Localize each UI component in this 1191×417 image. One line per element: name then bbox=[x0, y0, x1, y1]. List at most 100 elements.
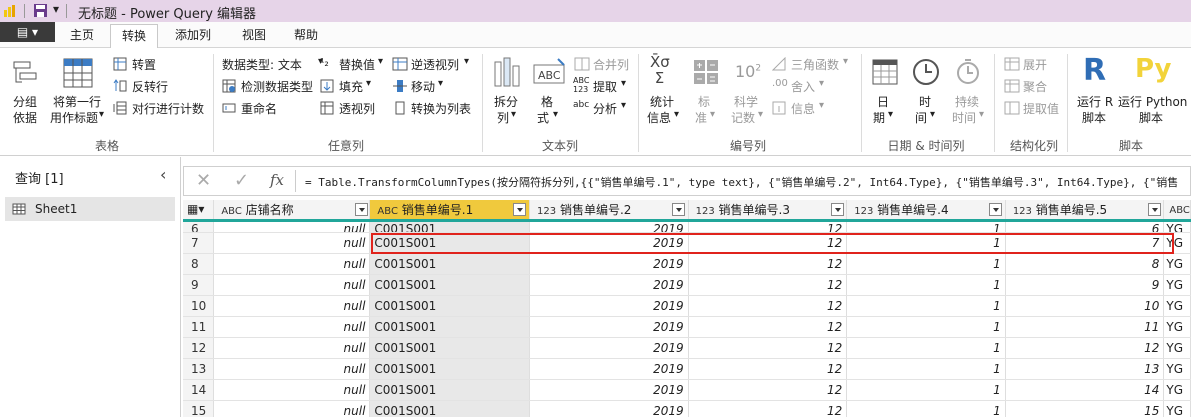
table-row[interactable]: 12 null C001S001 2019 12 1 12 YG bbox=[183, 337, 1191, 359]
cell-order-no-3[interactable]: 12 bbox=[688, 274, 848, 296]
cell-next-column[interactable]: YG bbox=[1163, 316, 1191, 338]
cell-order-no-1[interactable]: C001S001 bbox=[369, 295, 531, 317]
row-number[interactable]: 9 bbox=[183, 274, 215, 296]
cell-order-no-4[interactable]: 1 bbox=[846, 274, 1006, 296]
cell-order-no-4[interactable]: 1 bbox=[846, 337, 1006, 359]
cell-order-no-5[interactable]: 9 bbox=[1005, 274, 1165, 296]
cell-order-no-3[interactable]: 12 bbox=[688, 358, 848, 380]
cell-store-name[interactable]: null bbox=[213, 337, 371, 359]
row-number[interactable]: 6 bbox=[183, 220, 215, 233]
cell-order-no-5[interactable]: 10 bbox=[1005, 295, 1165, 317]
cell-order-no-3[interactable]: 12 bbox=[688, 253, 848, 275]
query-item[interactable]: Sheet1 bbox=[5, 197, 175, 221]
tab-help[interactable]: 帮助 bbox=[284, 24, 328, 48]
tab-view[interactable]: 视图 bbox=[232, 24, 276, 48]
column-header-selected[interactable]: ABC 销售单编号.1 bbox=[369, 200, 531, 222]
cell-order-no-4[interactable]: 1 bbox=[846, 253, 1006, 275]
table-menu-corner[interactable]: ▦▾ bbox=[183, 200, 215, 222]
table-row[interactable]: 14 null C001S001 2019 12 1 14 YG bbox=[183, 379, 1191, 401]
cell-order-no-5[interactable]: 14 bbox=[1005, 379, 1165, 401]
cell-next-column[interactable]: YG bbox=[1163, 358, 1191, 380]
cell-order-no-1[interactable]: C001S001 bbox=[369, 358, 531, 380]
column-header[interactable]: ABC 店铺名称 bbox=[213, 200, 371, 222]
cell-next-column[interactable]: YG bbox=[1163, 274, 1191, 296]
table-row[interactable]: 11 null C001S001 2019 12 1 11 YG bbox=[183, 316, 1191, 338]
table-row[interactable]: 15 null C001S001 2019 12 1 15 YG bbox=[183, 400, 1191, 417]
cell-order-no-1[interactable]: C001S001 bbox=[369, 220, 531, 233]
cell-order-no-1[interactable]: C001S001 bbox=[369, 274, 531, 296]
row-number[interactable]: 12 bbox=[183, 337, 215, 359]
cell-store-name[interactable]: null bbox=[213, 253, 371, 275]
cell-order-no-2[interactable]: 2019 bbox=[529, 253, 689, 275]
cell-store-name[interactable]: null bbox=[213, 232, 371, 254]
cell-next-column[interactable]: YG bbox=[1163, 253, 1191, 275]
cell-order-no-2[interactable]: 2019 bbox=[529, 316, 689, 338]
cell-order-no-3[interactable]: 12 bbox=[688, 337, 848, 359]
cell-store-name[interactable]: null bbox=[213, 400, 371, 417]
cell-order-no-3[interactable]: 12 bbox=[688, 220, 848, 233]
cell-order-no-4[interactable]: 1 bbox=[846, 358, 1006, 380]
formula-input[interactable]: = Table.TransformColumnTypes(按分隔符拆分列,{{"… bbox=[305, 174, 1190, 190]
column-header[interactable]: 123 销售单编号.5 bbox=[1005, 200, 1165, 222]
filter-dropdown-button[interactable] bbox=[989, 203, 1003, 216]
cell-order-no-5[interactable]: 13 bbox=[1005, 358, 1165, 380]
cell-order-no-1[interactable]: C001S001 bbox=[369, 316, 531, 338]
confirm-icon[interactable]: ✓ bbox=[234, 170, 249, 191]
tab-home[interactable]: 主页 bbox=[60, 24, 104, 48]
cell-order-no-5[interactable]: 6 bbox=[1005, 220, 1165, 233]
column-header[interactable]: 123 销售单编号.3 bbox=[688, 200, 848, 222]
cell-order-no-1[interactable]: C001S001 bbox=[369, 400, 531, 417]
cell-store-name[interactable]: null bbox=[213, 220, 371, 233]
cell-next-column[interactable]: YG bbox=[1163, 337, 1191, 359]
fx-label[interactable]: fx bbox=[270, 171, 284, 189]
row-number[interactable]: 7 bbox=[183, 232, 215, 254]
cell-store-name[interactable]: null bbox=[213, 295, 371, 317]
cell-next-column[interactable]: YG bbox=[1163, 220, 1191, 233]
filter-dropdown-button[interactable] bbox=[672, 203, 686, 216]
cancel-icon[interactable]: ✕ bbox=[196, 170, 211, 191]
cell-order-no-2[interactable]: 2019 bbox=[529, 220, 689, 233]
collapse-pane-icon[interactable]: ‹ bbox=[160, 165, 166, 184]
filter-dropdown-button[interactable] bbox=[830, 203, 844, 216]
filter-dropdown-button[interactable] bbox=[1147, 203, 1161, 216]
cell-order-no-2[interactable]: 2019 bbox=[529, 337, 689, 359]
cell-order-no-4[interactable]: 1 bbox=[846, 400, 1006, 417]
cell-order-no-1[interactable]: C001S001 bbox=[369, 337, 531, 359]
cell-order-no-5[interactable]: 11 bbox=[1005, 316, 1165, 338]
filter-dropdown-button[interactable] bbox=[355, 203, 369, 216]
row-number[interactable]: 10 bbox=[183, 295, 215, 317]
table-row[interactable]: 9 null C001S001 2019 12 1 9 YG bbox=[183, 274, 1191, 296]
table-row[interactable]: 6 null C001S001 2019 12 1 6 YG bbox=[183, 220, 1191, 233]
column-header[interactable]: ABC bbox=[1163, 200, 1191, 222]
cell-next-column[interactable]: YG bbox=[1163, 400, 1191, 417]
cell-order-no-2[interactable]: 2019 bbox=[529, 274, 689, 296]
column-header[interactable]: 123 销售单编号.4 bbox=[846, 200, 1006, 222]
cell-order-no-3[interactable]: 12 bbox=[688, 400, 848, 417]
cell-order-no-2[interactable]: 2019 bbox=[529, 295, 689, 317]
cell-store-name[interactable]: null bbox=[213, 379, 371, 401]
cell-order-no-2[interactable]: 2019 bbox=[529, 379, 689, 401]
filter-dropdown-button[interactable] bbox=[513, 203, 527, 216]
row-number[interactable]: 8 bbox=[183, 253, 215, 275]
cell-order-no-3[interactable]: 12 bbox=[688, 379, 848, 401]
cell-order-no-5[interactable]: 15 bbox=[1005, 400, 1165, 417]
column-header[interactable]: 123 销售单编号.2 bbox=[529, 200, 689, 222]
cell-order-no-2[interactable]: 2019 bbox=[529, 400, 689, 417]
cell-order-no-5[interactable]: 8 bbox=[1005, 253, 1165, 275]
cell-order-no-1[interactable]: C001S001 bbox=[369, 379, 531, 401]
cell-order-no-1[interactable]: C001S001 bbox=[369, 253, 531, 275]
cell-order-no-4[interactable]: 1 bbox=[846, 295, 1006, 317]
table-row[interactable]: 13 null C001S001 2019 12 1 13 YG bbox=[183, 358, 1191, 380]
row-number[interactable]: 14 bbox=[183, 379, 215, 401]
row-number[interactable]: 11 bbox=[183, 316, 215, 338]
cell-order-no-3[interactable]: 12 bbox=[688, 295, 848, 317]
cell-store-name[interactable]: null bbox=[213, 358, 371, 380]
cell-order-no-4[interactable]: 1 bbox=[846, 379, 1006, 401]
tab-transform[interactable]: 转换 bbox=[110, 24, 158, 49]
row-number[interactable]: 13 bbox=[183, 358, 215, 380]
quick-access-dropdown-icon[interactable]: ▾ bbox=[53, 2, 59, 16]
cell-order-no-2[interactable]: 2019 bbox=[529, 358, 689, 380]
table-row[interactable]: 10 null C001S001 2019 12 1 10 YG bbox=[183, 295, 1191, 317]
cell-next-column[interactable]: YG bbox=[1163, 379, 1191, 401]
cell-store-name[interactable]: null bbox=[213, 316, 371, 338]
